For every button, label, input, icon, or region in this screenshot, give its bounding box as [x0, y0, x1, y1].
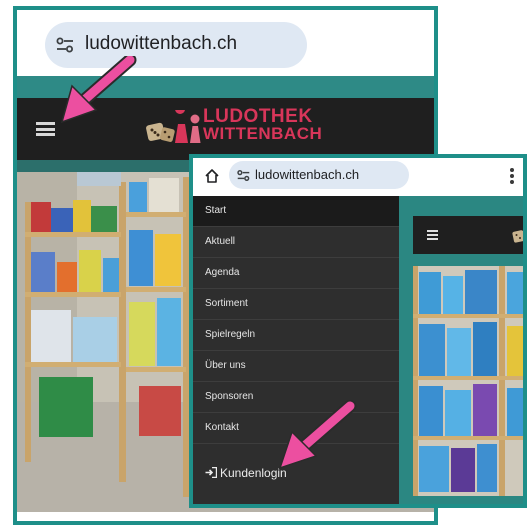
menu-item-ueber-uns[interactable]: Über uns — [193, 351, 399, 382]
screenshot-menu-open: ludowittenbach.ch Start Aktuell Agenda S… — [189, 154, 527, 508]
more-vert-icon[interactable] — [510, 168, 514, 184]
kundenlogin-label: Kundenlogin — [220, 466, 287, 480]
browser-address-area: ludowittenbach.ch — [193, 158, 523, 196]
hamburger-menu-icon[interactable] — [427, 230, 438, 240]
hamburger-menu-icon[interactable] — [36, 122, 55, 136]
site-settings-icon[interactable] — [56, 36, 74, 54]
site-settings-icon[interactable] — [237, 169, 250, 182]
browser-address-area: ludowittenbach.ch — [17, 10, 434, 76]
menu-item-spielregeln[interactable]: Spielregeln — [193, 320, 399, 351]
composite-image: ludowittenbach.ch LUDOTHEK WITTENBACH lu… — [0, 0, 531, 525]
menu-item-aktuell[interactable]: Aktuell — [193, 227, 399, 258]
kundenlogin-link[interactable]: Kundenlogin — [193, 458, 399, 488]
menu-item-agenda[interactable]: Agenda — [193, 258, 399, 289]
page-preview-behind-menu — [399, 196, 523, 504]
menu-item-sortiment[interactable]: Sortiment — [193, 289, 399, 320]
teal-band — [17, 76, 434, 98]
shelves-photo — [413, 266, 523, 496]
menu-item-start[interactable]: Start — [193, 196, 399, 227]
site-logo-text[interactable]: LUDOTHEK WITTENBACH — [203, 106, 323, 143]
logo-line-2: WITTENBACH — [203, 124, 323, 143]
address-bar[interactable]: ludowittenbach.ch — [229, 161, 409, 189]
url-text: ludowittenbach.ch — [255, 167, 360, 182]
ludothek-logo-icon — [146, 110, 201, 143]
address-bar[interactable]: ludowittenbach.ch — [45, 22, 307, 68]
url-text: ludowittenbach.ch — [85, 33, 238, 54]
menu-item-sponsoren[interactable]: Sponsoren — [193, 382, 399, 413]
logo-line-1: LUDOTHEK — [203, 106, 313, 127]
side-navigation-menu: Start Aktuell Agenda Sortiment Spielrege… — [193, 196, 399, 504]
ludothek-logo-icon — [512, 230, 523, 243]
login-door-icon — [205, 467, 217, 478]
site-header — [413, 216, 523, 254]
menu-item-kontakt[interactable]: Kontakt — [193, 413, 399, 444]
site-header: LUDOTHEK WITTENBACH — [17, 98, 434, 160]
home-icon[interactable] — [204, 168, 220, 184]
